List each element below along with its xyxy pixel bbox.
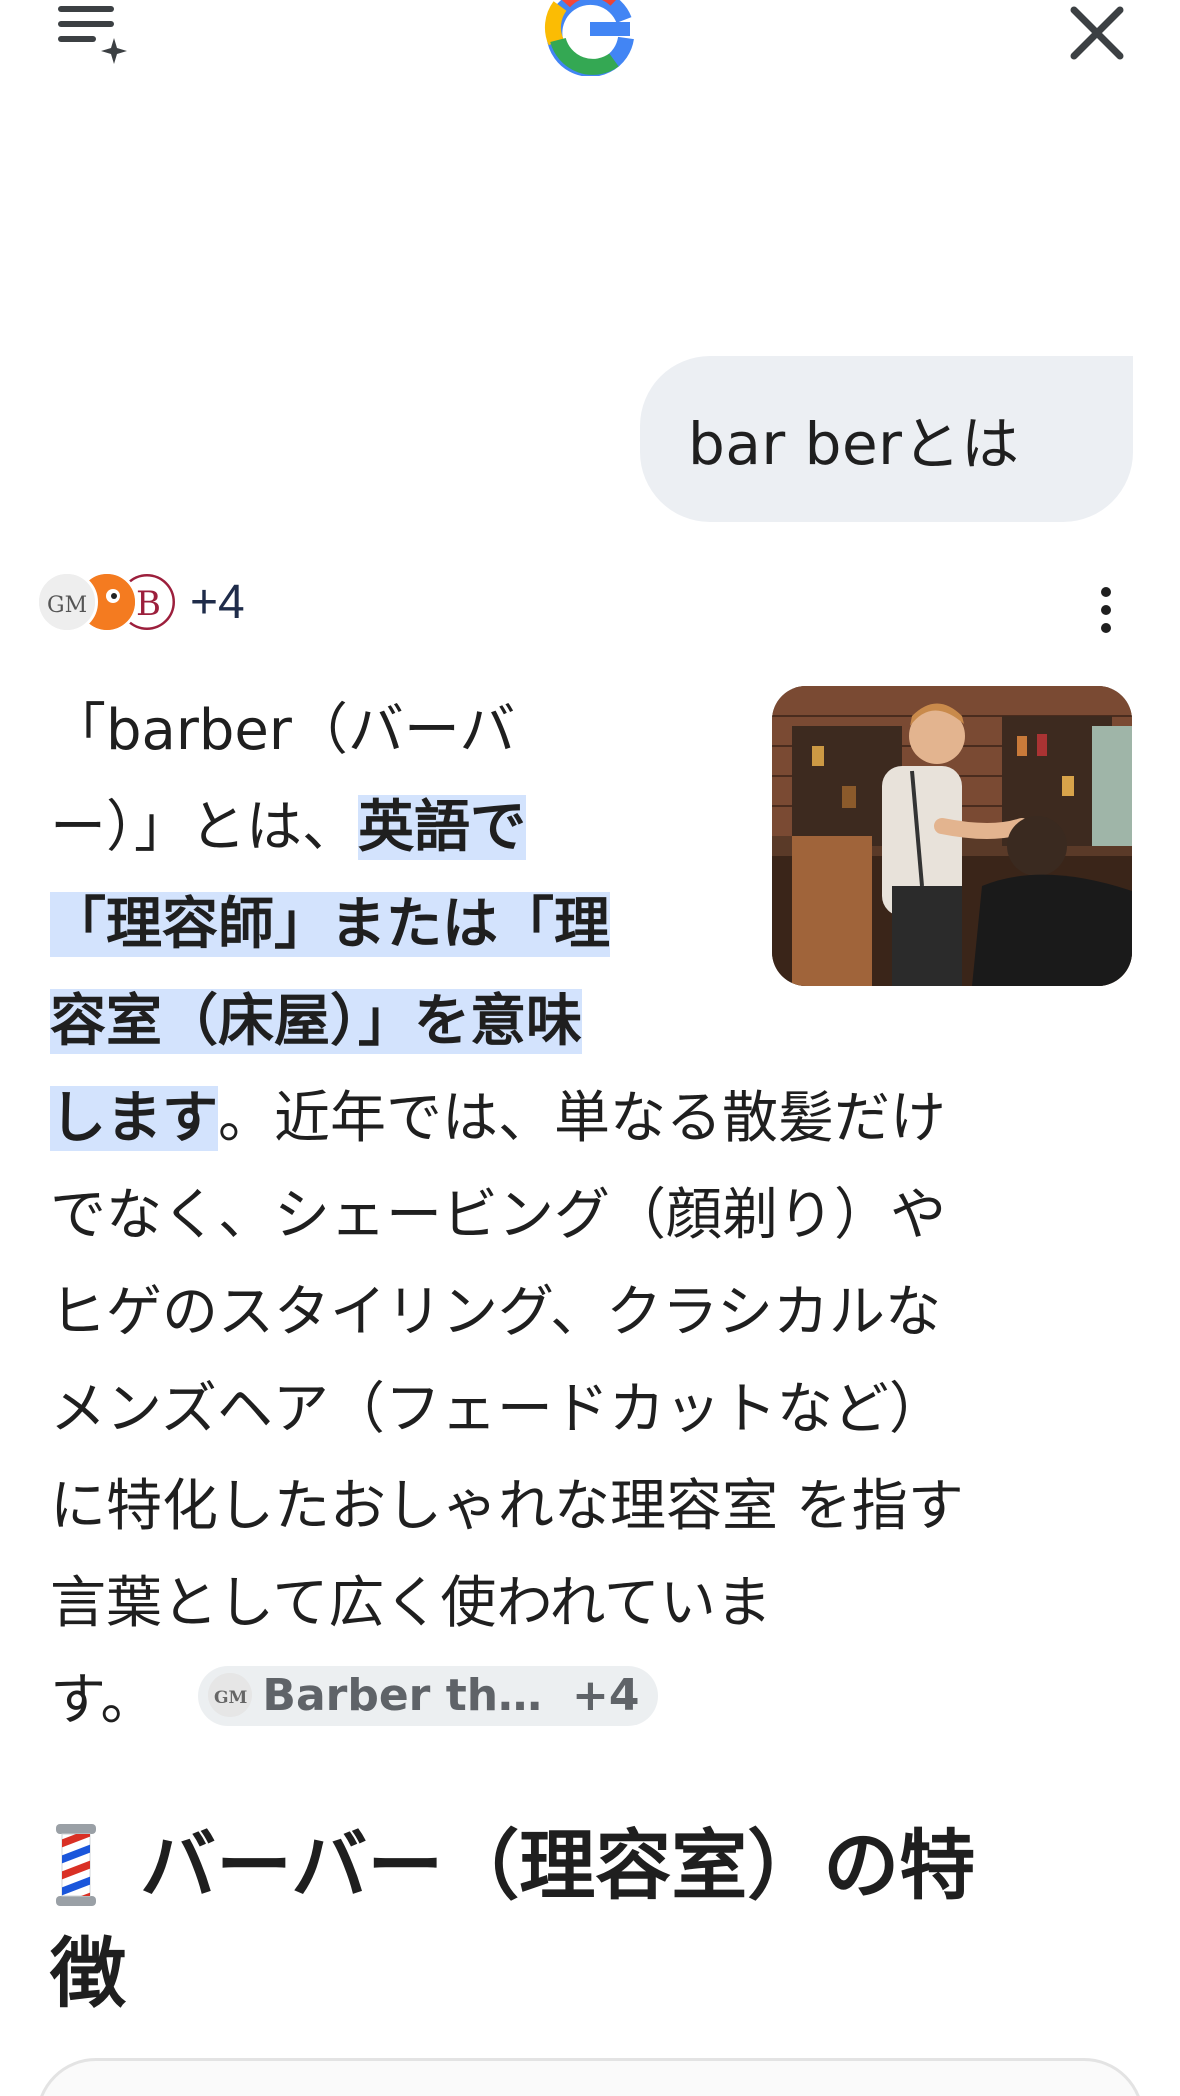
section-heading-line: バーバー（理容室）の特: [50, 1812, 1140, 1920]
citation-chip[interactable]: GM Barber th… +4: [198, 1665, 658, 1726]
user-query-text: bar berとは: [688, 410, 1020, 478]
source-avatar-barber-gm: GM: [36, 571, 98, 633]
citation-source-icon: GM: [208, 1672, 253, 1717]
answer-line: ヒゲのスタイリング、クラシカルな: [50, 1264, 1140, 1361]
citation-label: Barber th…: [262, 1669, 543, 1721]
user-query-bubble: bar berとは: [640, 356, 1133, 522]
answer-line: でなく、シェービング（顔剃り）や: [50, 1167, 1140, 1264]
answer-line-text: 。近年では、単なる散髪だけ: [218, 1086, 946, 1151]
answer-line: す。 GM Barber th… +4: [50, 1652, 1140, 1749]
answer-line: に特化したおしゃれな理容室 を指す: [50, 1458, 1140, 1555]
answer-text: 「barber（バーバ ー）」とは、英語で 「理容師」または「理 容室（床屋）」…: [50, 682, 1140, 1749]
answer-line-text: メンズヘア（フェードカットなど）: [50, 1377, 945, 1442]
answer-line-text: に特化したおしゃれな理容室 を指す: [50, 1474, 964, 1539]
answer-highlight: 「理容師」または「理: [50, 892, 610, 957]
answer-line: 「理容師」または「理: [50, 876, 1140, 973]
history-menu-icon[interactable]: [52, 0, 132, 70]
answer-highlight: 英語で: [358, 795, 526, 860]
answer-highlight: 容室（床屋）」を意味: [50, 989, 582, 1054]
answer-line: 「barber（バーバ: [50, 682, 1140, 779]
close-icon[interactable]: [1062, 0, 1132, 70]
answer-line-text: ヒゲのスタイリング、クラシカルな: [50, 1280, 941, 1345]
google-logo-icon[interactable]: [544, 0, 636, 76]
section-heading-text: バーバー（理容室）の特: [140, 1821, 976, 1910]
feature-card[interactable]: [36, 2058, 1144, 2096]
section-heading-line: 徴: [50, 1920, 1140, 2028]
svg-text:B: B: [136, 584, 161, 624]
answer-line: 言葉として広く使われていま: [50, 1555, 1140, 1652]
answer-line-text: 「barber（バーバ: [50, 698, 516, 763]
answer-line: ー）」とは、英語で: [50, 779, 1140, 876]
barber-pole-icon: [56, 1824, 96, 1906]
more-options-icon[interactable]: [1094, 582, 1118, 638]
answer-line-text: でなく、シェービング（顔剃り）や: [50, 1183, 946, 1248]
answer-line: 容室（床屋）」を意味: [50, 973, 1140, 1070]
svg-text:GM: GM: [214, 1688, 248, 1708]
answer-line-text: ー）」とは、: [50, 795, 358, 860]
sources-button[interactable]: GM B +4: [36, 566, 245, 638]
citation-count: +4: [572, 1669, 640, 1721]
answer-line-text: 言葉として広く使われていま: [50, 1571, 772, 1636]
section-heading: バーバー（理容室）の特 徴: [50, 1812, 1140, 2028]
svg-text:GM: GM: [47, 593, 87, 618]
top-bar: [0, 0, 1180, 100]
ai-answer-screen: bar berとは GM B +4 「barber（バーバ ー）」とは、英語で …: [0, 0, 1180, 2096]
answer-line: メンズヘア（フェードカットなど）: [50, 1361, 1140, 1458]
answer-line: します。近年では、単なる散髪だけ: [50, 1070, 1140, 1167]
source-count: +4: [190, 575, 245, 629]
answer-highlight: します: [50, 1086, 218, 1151]
answer-line-text: す。: [50, 1668, 157, 1733]
section-heading-text: 徴: [50, 1929, 126, 2018]
